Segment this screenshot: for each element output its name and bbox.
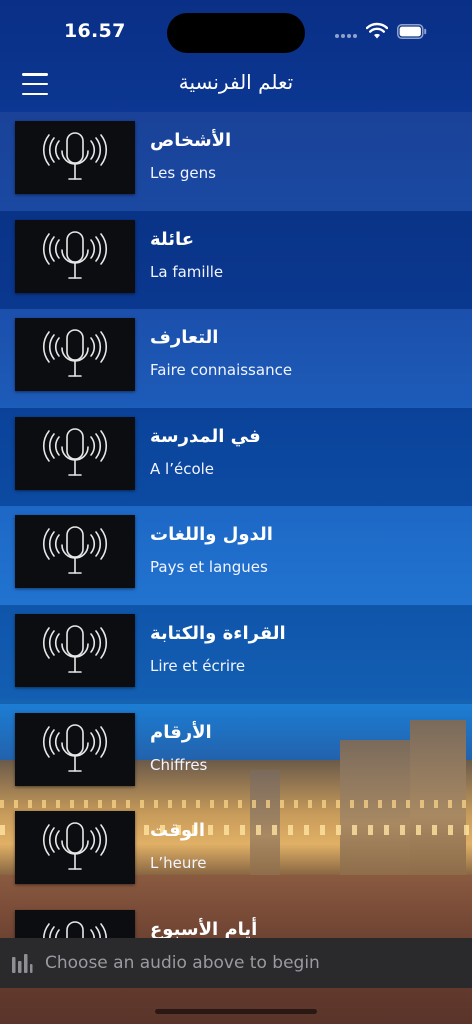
microphone-broadcast-icon	[15, 219, 135, 293]
lesson-title-french: Faire connaissance	[150, 361, 293, 380]
lesson-title-arabic: عائلة	[150, 228, 195, 250]
status-time: 16.57	[64, 20, 126, 42]
microphone-broadcast-icon	[15, 318, 135, 392]
microphone-broadcast-icon	[15, 811, 135, 885]
lesson-title-french: Les gens	[150, 164, 216, 182]
lesson-title-french: Chiffres	[150, 755, 208, 774]
lesson-item[interactable]: عائلة La famille	[0, 210, 472, 310]
lesson-title-french: La famille	[150, 262, 224, 281]
page-title: تعلم الفرنسية	[178, 70, 294, 94]
dynamic-island	[167, 13, 305, 53]
lesson-item[interactable]: الوقت L’heure	[0, 802, 472, 901]
audio-player-bar[interactable]: Choose an audio above to begin	[0, 938, 472, 988]
wifi-icon	[366, 22, 388, 39]
cellular-signal-icon	[335, 34, 359, 38]
microphone-broadcast-icon	[15, 613, 135, 687]
lesson-item[interactable]: الأشخاص Les gens	[0, 112, 472, 211]
navigation-bar: تعلم الفرنسية	[0, 64, 472, 112]
lesson-title-arabic: في المدرسة	[150, 425, 261, 447]
lesson-title-arabic: القراءة والكتابة	[150, 622, 286, 644]
lesson-title-french: L’heure	[150, 854, 207, 873]
lesson-item[interactable]: الأرقام Chiffres	[0, 704, 472, 803]
audio-bars-icon	[12, 954, 33, 973]
microphone-broadcast-icon	[15, 515, 135, 589]
lesson-title-arabic: الأرقام	[150, 721, 212, 743]
lesson-list: الأشخاص Les gens عائلة La famille التعار…	[0, 112, 472, 999]
lesson-item[interactable]: التعارف Faire connaissance	[0, 309, 472, 408]
lesson-title-arabic: الوقت	[150, 820, 206, 842]
lesson-title-french: Pays et langues	[150, 558, 268, 577]
lesson-title-arabic: الدول واللغات	[150, 524, 273, 546]
microphone-broadcast-icon	[15, 121, 135, 194]
home-indicator[interactable]	[155, 1009, 317, 1014]
player-prompt: Choose an audio above to begin	[45, 953, 320, 973]
lesson-item[interactable]: في المدرسة A l’école	[0, 407, 472, 507]
lesson-item[interactable]: الدول واللغات Pays et langues	[0, 506, 472, 605]
microphone-broadcast-icon	[15, 416, 135, 490]
lesson-title-french: A l’école	[150, 459, 215, 478]
lesson-title-arabic: الأشخاص	[150, 130, 232, 151]
lesson-title-arabic: أيام الأسبوع	[150, 918, 258, 940]
microphone-broadcast-icon	[15, 712, 135, 786]
lesson-title-french: Lire et écrire	[150, 656, 246, 675]
lesson-title-arabic: التعارف	[150, 327, 219, 349]
status-bar: 16.57	[0, 0, 472, 64]
lesson-item[interactable]: القراءة والكتابة Lire et écrire	[0, 604, 472, 704]
battery-icon	[397, 24, 427, 39]
